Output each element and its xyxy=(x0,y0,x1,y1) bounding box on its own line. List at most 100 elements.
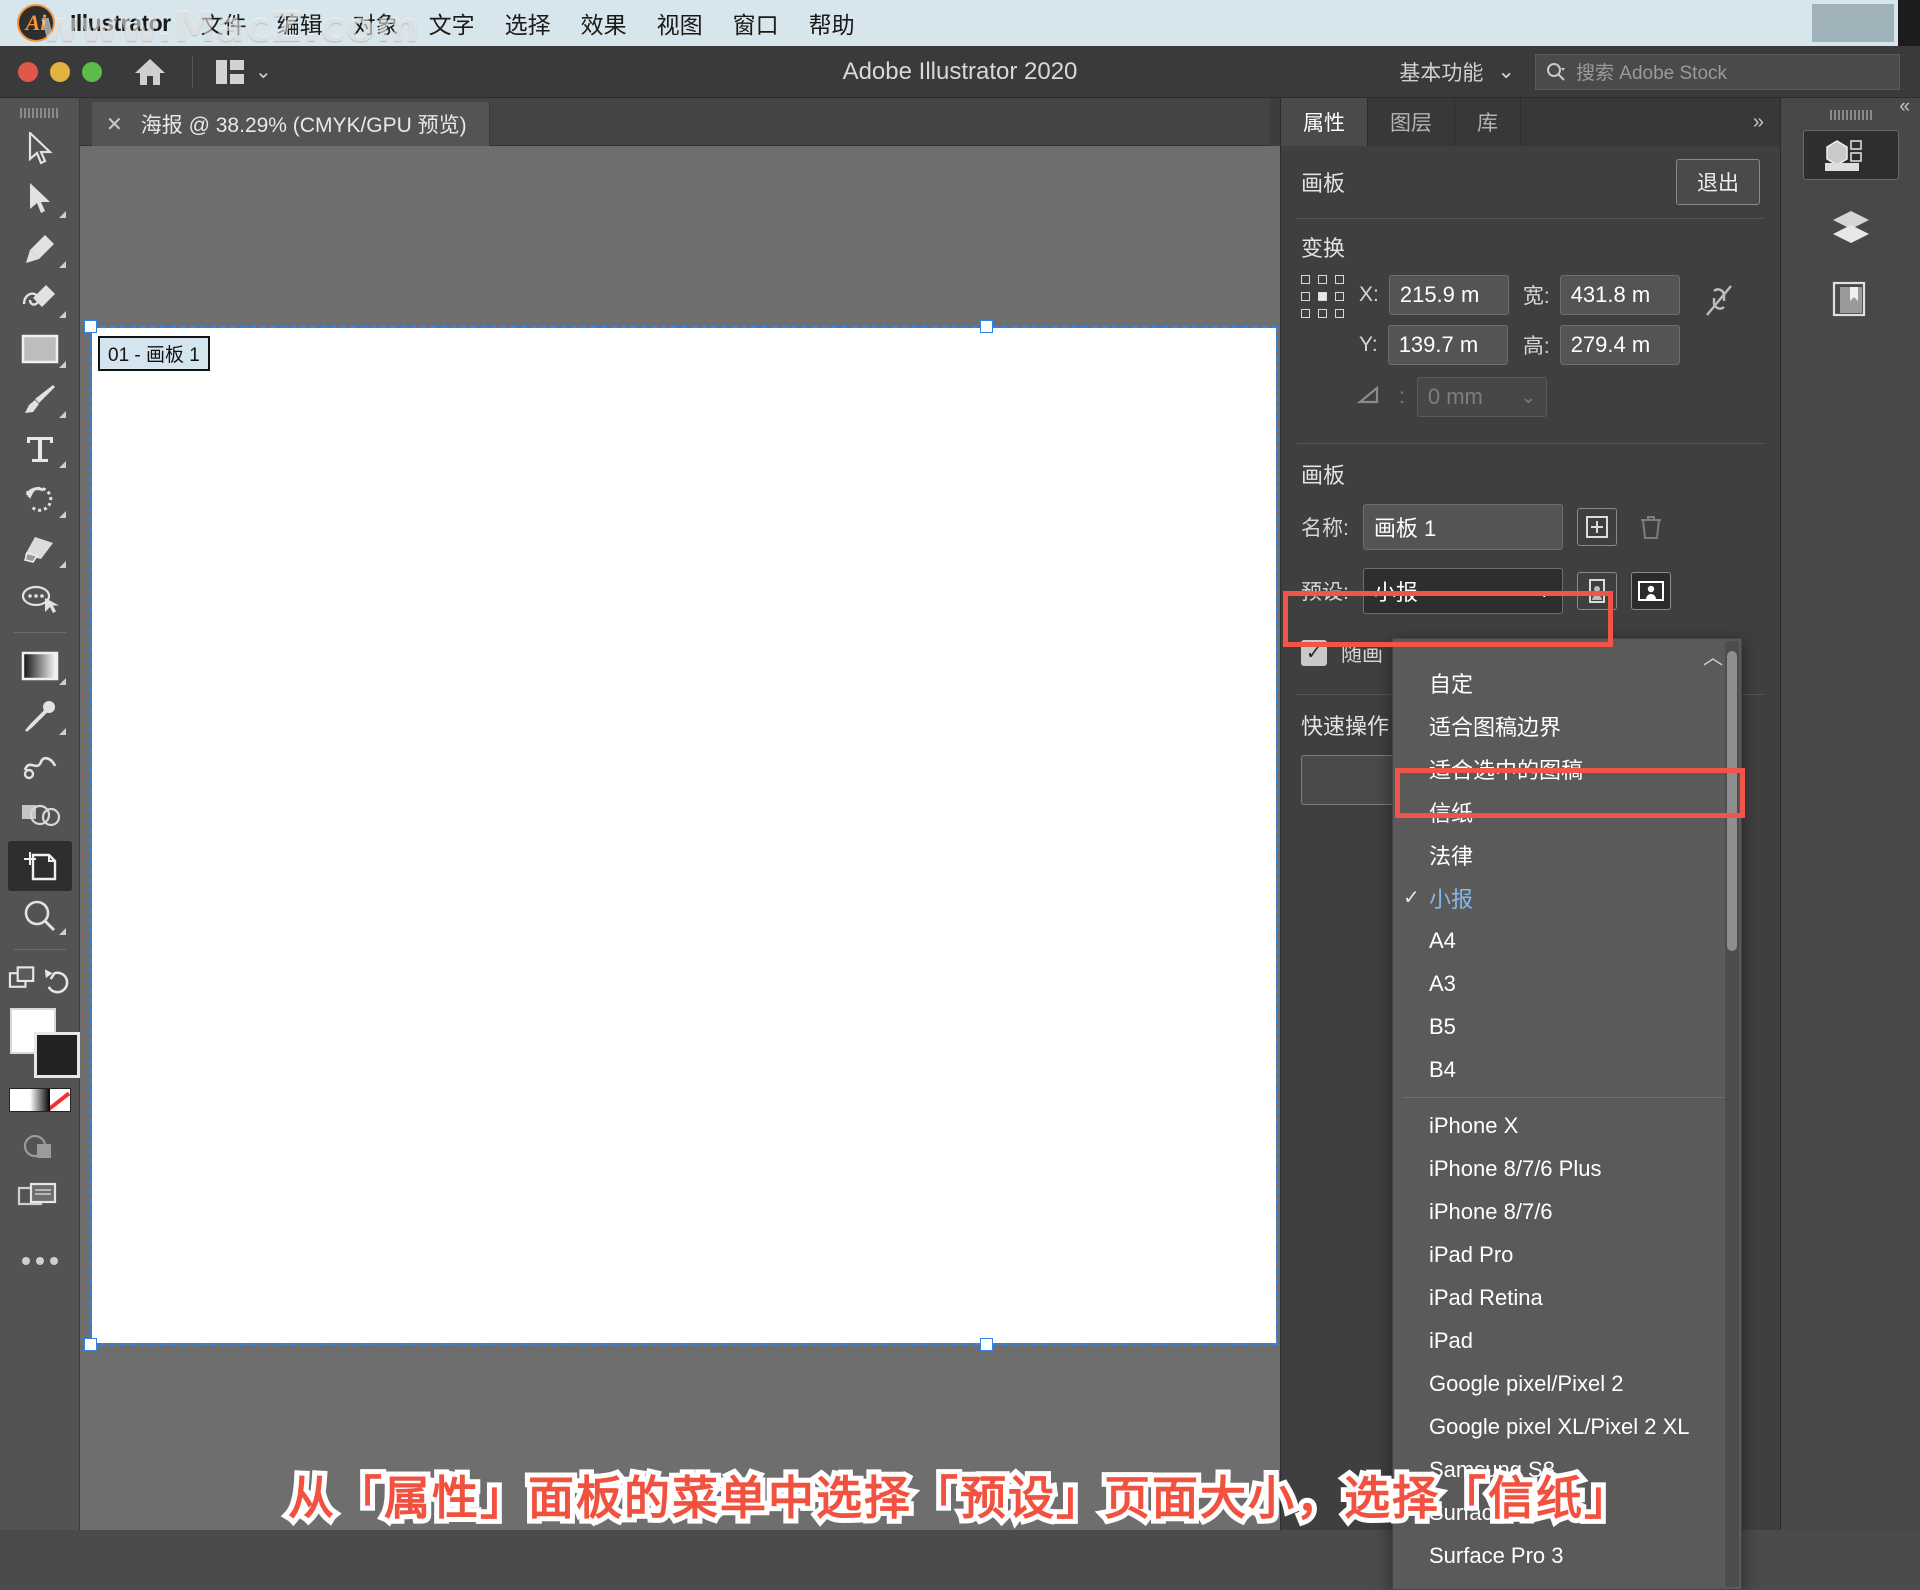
home-icon[interactable] xyxy=(130,56,170,88)
dropdown-item-b4[interactable]: B4 xyxy=(1393,1048,1741,1091)
tab-properties[interactable]: 属性 xyxy=(1281,98,1368,146)
change-screen-mode-icon[interactable] xyxy=(8,958,72,1002)
fill-stroke-swatches[interactable] xyxy=(8,1008,80,1084)
layers-icon[interactable] xyxy=(1803,202,1899,252)
tab-libraries[interactable]: 库 xyxy=(1455,98,1521,146)
artboard-name-input[interactable]: 画板 1 xyxy=(1362,504,1563,550)
libraries-icon[interactable] xyxy=(1803,274,1899,324)
tab-layers[interactable]: 图层 xyxy=(1368,98,1455,146)
preset-select[interactable]: 小报 ⌄ xyxy=(1362,568,1563,614)
dropdown-item-letter[interactable]: 信纸 xyxy=(1393,790,1741,833)
selection-tool[interactable] xyxy=(8,124,72,174)
close-window-button[interactable] xyxy=(18,61,38,82)
landscape-orientation-icon[interactable] xyxy=(1630,572,1671,610)
dropdown-item-legal[interactable]: 法律 xyxy=(1393,833,1741,876)
dropdown-item-ipad-pro[interactable]: iPad Pro xyxy=(1393,1233,1741,1276)
width-field[interactable]: 431.8 m xyxy=(1559,275,1680,315)
minimize-window-button[interactable] xyxy=(50,61,70,82)
artboard-handle-bl[interactable] xyxy=(84,1338,97,1351)
width-tool[interactable] xyxy=(8,574,72,624)
zoom-tool[interactable] xyxy=(8,891,72,941)
preset-dropdown-menu[interactable]: ︿ 自定 适合图稿边界 适合选中的图稿 信纸 法律 ✓ 小报 A4 A3 B5 … xyxy=(1392,638,1742,1590)
x-field[interactable]: 215.9 m xyxy=(1388,275,1509,315)
dropdown-item-fit-artboard-bounds[interactable]: 适合图稿边界 xyxy=(1393,704,1741,747)
eyedropper-tool[interactable] xyxy=(8,691,72,741)
blend-tool[interactable] xyxy=(8,741,72,791)
dropdown-item-samsung-s8[interactable]: Samsung S8 xyxy=(1393,1448,1741,1491)
dropdown-item-iphone[interactable]: iPhone 8/7/6 xyxy=(1393,1190,1741,1233)
rail-collapse-icon[interactable]: « xyxy=(1899,96,1910,118)
panel-collapse-icon[interactable]: » xyxy=(1737,98,1780,146)
menu-item-file[interactable]: 文件 xyxy=(201,6,247,40)
toolbar-grip[interactable] xyxy=(19,108,60,118)
dropdown-scrollbar-thumb[interactable] xyxy=(1727,651,1737,951)
artboard-tool[interactable] xyxy=(7,841,72,891)
reference-point-icon[interactable] xyxy=(1301,275,1345,319)
color-swatch-none[interactable] xyxy=(49,1089,70,1111)
dropdown-item-a3[interactable]: A3 xyxy=(1393,962,1741,1005)
menu-item-view[interactable]: 视图 xyxy=(657,6,703,40)
color-swatch-gradient[interactable] xyxy=(29,1089,50,1111)
artboard-handle-tc[interactable] xyxy=(980,320,993,333)
document-tab[interactable]: ✕ 海报 @ 38.29% (CMYK/GPU 预览) xyxy=(92,102,490,146)
dropdown-item-fit-selected-art[interactable]: 适合选中的图稿 xyxy=(1393,747,1741,790)
dropdown-item-iphone-plus[interactable]: iPhone 8/7/6 Plus xyxy=(1393,1147,1741,1190)
trash-icon[interactable] xyxy=(1631,508,1671,546)
rail-grip[interactable] xyxy=(1829,110,1872,120)
y-field[interactable]: 139.7 m xyxy=(1387,325,1508,365)
color-swatch-solid[interactable] xyxy=(9,1089,30,1111)
dropdown-item-ipad[interactable]: iPad xyxy=(1393,1319,1741,1362)
artboard[interactable] xyxy=(92,328,1276,1343)
rotate-tool[interactable] xyxy=(8,474,72,524)
add-artboard-icon[interactable] xyxy=(1576,508,1617,546)
dropdown-item-surface-pro-3[interactable]: Surface Pro 3 xyxy=(1393,1534,1741,1577)
menu-item-select[interactable]: 选择 xyxy=(505,6,551,40)
search-input[interactable]: 搜索 Adobe Stock xyxy=(1535,53,1900,90)
shape-builder-tool[interactable] xyxy=(8,791,72,841)
exit-artboard-button[interactable]: 退出 xyxy=(1676,159,1760,205)
move-artwork-checkbox[interactable]: ✓ xyxy=(1301,640,1327,666)
more-tools-button[interactable] xyxy=(8,1236,72,1286)
canvas-area[interactable]: 01 - 画板 1 xyxy=(80,146,1280,1530)
eraser-tool[interactable] xyxy=(8,524,72,574)
window-controls[interactable] xyxy=(18,61,102,82)
portrait-orientation-icon[interactable] xyxy=(1576,572,1617,610)
artboard-handle-bc[interactable] xyxy=(980,1338,993,1351)
dropdown-item-iphone-x[interactable]: iPhone X xyxy=(1393,1104,1741,1147)
dropdown-item-b5[interactable]: B5 xyxy=(1393,1005,1741,1048)
gradient-tool[interactable] xyxy=(8,641,72,691)
pen-tool[interactable] xyxy=(8,224,72,274)
unlink-icon[interactable] xyxy=(1702,281,1736,326)
dropdown-item-google-pixel[interactable]: Google pixel/Pixel 2 xyxy=(1393,1362,1741,1405)
dropdown-item-tabloid[interactable]: ✓ 小报 xyxy=(1393,876,1741,919)
workspace-switcher[interactable]: 基本功能 ⌄ xyxy=(1399,57,1515,87)
menu-item-window[interactable]: 窗口 xyxy=(733,6,779,40)
appearance-icon[interactable] xyxy=(1802,130,1899,180)
dropdown-item-google-pixel-xl[interactable]: Google pixel XL/Pixel 2 XL xyxy=(1393,1405,1741,1448)
menu-item-object[interactable]: 对象 xyxy=(353,6,399,40)
chevron-down-icon[interactable]: ⌄ xyxy=(255,59,272,84)
dropdown-item-custom[interactable]: 自定 xyxy=(1393,661,1741,704)
maximize-window-button[interactable] xyxy=(82,61,102,82)
menu-item-help[interactable]: 帮助 xyxy=(809,6,855,40)
close-icon[interactable]: ✕ xyxy=(106,112,123,137)
dropdown-item-surface-pro-4[interactable]: Surface Pro 4 xyxy=(1393,1491,1741,1534)
dropdown-scrollbar[interactable] xyxy=(1725,641,1739,1587)
menu-item-edit[interactable]: 编辑 xyxy=(277,6,323,40)
artboard-handle-tl[interactable] xyxy=(84,320,97,333)
color-mode-swatches[interactable] xyxy=(8,1088,71,1112)
dropdown-item-apple-watch[interactable]: Apple Watch 42mm xyxy=(1393,1577,1741,1590)
screen-mode-icon[interactable] xyxy=(8,1172,72,1222)
menu-item-type[interactable]: 文字 xyxy=(429,6,475,40)
direct-selection-tool[interactable] xyxy=(8,174,72,224)
menu-item-effect[interactable]: 效果 xyxy=(581,6,627,40)
stroke-swatch[interactable] xyxy=(33,1032,80,1078)
arrange-documents-icon[interactable]: ⌄ xyxy=(215,59,272,85)
curvature-tool[interactable] xyxy=(8,274,72,324)
dropdown-item-a4[interactable]: A4 xyxy=(1393,919,1741,962)
drawing-mode-icon[interactable] xyxy=(8,1122,72,1172)
dropdown-item-ipad-retina[interactable]: iPad Retina xyxy=(1393,1276,1741,1319)
type-tool[interactable] xyxy=(8,424,72,474)
angle-field[interactable]: 0 mm ⌄ xyxy=(1416,377,1547,417)
height-field[interactable]: 279.4 m xyxy=(1559,325,1680,365)
